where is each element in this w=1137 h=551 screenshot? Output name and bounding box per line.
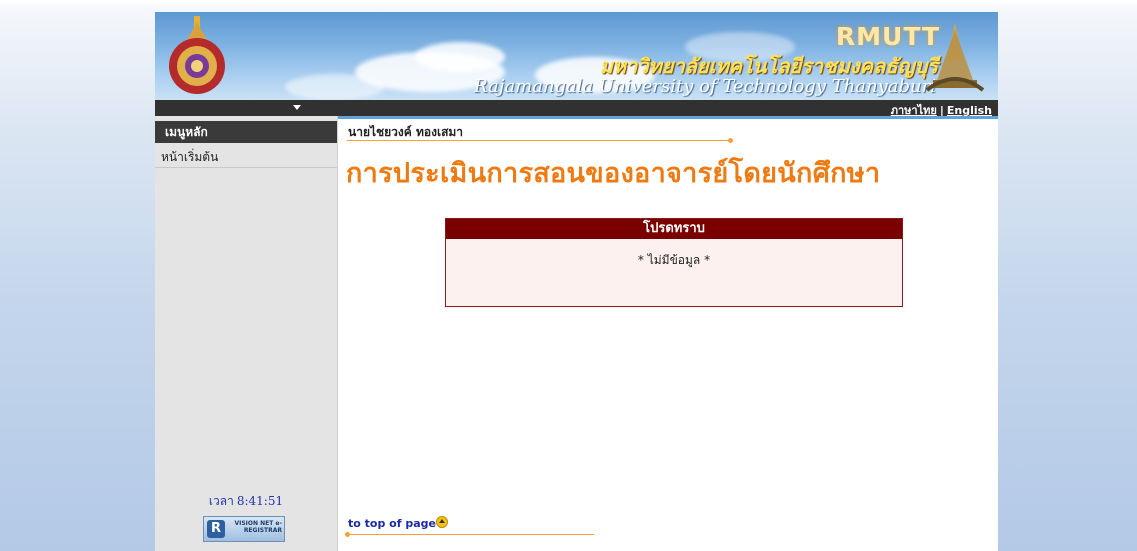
cloud-decoration — [285, 74, 385, 100]
page-title: การประเมินการสอนของอาจารย์โดยนักศึกษา — [346, 158, 881, 189]
main-menu-header: เมนูหลัก — [155, 121, 337, 143]
page-frame: RMUTT มหาวิทยาลัยเทคโนโลยีราชมงคลธัญบุรี… — [155, 12, 998, 551]
clock-display: เวลา 8:41:51 — [155, 492, 337, 511]
registrar-logo-icon: R — [207, 520, 225, 538]
university-english-name: Rajamangala University of Technology Tha… — [474, 76, 936, 97]
notice-header: โปรดทราบ — [446, 219, 902, 239]
clock-label: เวลา — [208, 494, 234, 508]
site-banner: RMUTT มหาวิทยาลัยเทคโนโลยีราชมงคลธัญบุรี… — [155, 12, 998, 100]
sidebar-item-home[interactable]: หน้าเริ่มต้น — [155, 146, 337, 168]
top-nav-bar: ภาษาไทย | English — [155, 100, 998, 117]
clock-time: 8:41:51 — [236, 494, 284, 508]
vision-net-registrar-badge[interactable]: R VISION NET e-REGISTRAR — [203, 516, 285, 542]
divider-dot — [728, 138, 733, 143]
university-crest-logo — [169, 16, 225, 94]
footer-divider — [347, 534, 594, 535]
divider-dot — [345, 532, 350, 537]
sidebar: เมนูหลัก หน้าเริ่มต้น เวลา 8:41:51 R VISI… — [155, 116, 338, 551]
dropdown-arrow-icon[interactable] — [293, 105, 301, 110]
notice-message: * ไม่มีข้อมูล * — [637, 253, 711, 267]
badge-text: VISION NET e-REGISTRAR — [234, 520, 282, 534]
header-divider — [337, 116, 998, 119]
user-underline-divider — [347, 140, 730, 141]
to-top-link[interactable]: to top of page — [348, 517, 436, 530]
cloud-decoration — [415, 42, 505, 72]
university-emblem-icon — [925, 22, 985, 92]
arrow-up-icon[interactable] — [436, 516, 448, 528]
notice-box: โปรดทราบ * ไม่มีข้อมูล * — [445, 218, 903, 307]
